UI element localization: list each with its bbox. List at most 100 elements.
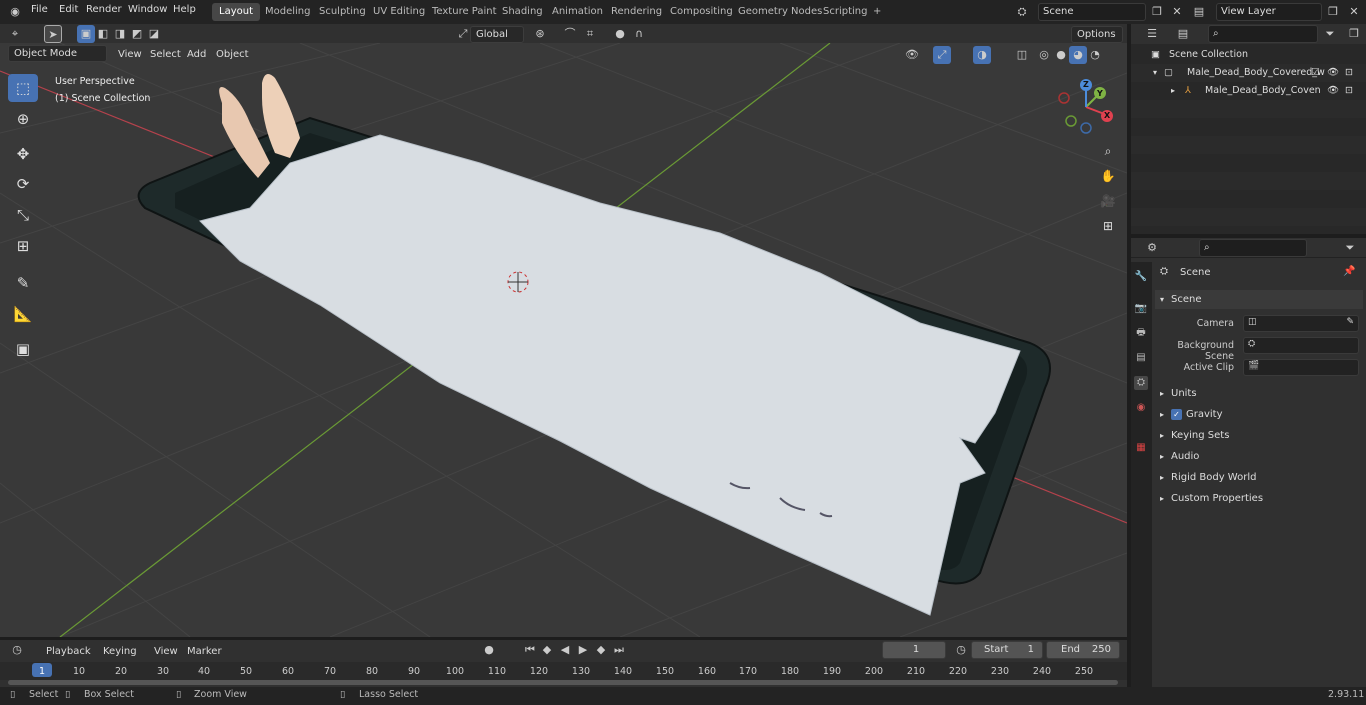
outliner-search-input[interactable]: ⌕: [1208, 25, 1318, 43]
pan-view-icon[interactable]: ✋: [1097, 165, 1119, 187]
transform-orientation-dropdown[interactable]: Global: [470, 26, 524, 43]
view-layer-icon[interactable]: ▤: [1190, 3, 1208, 21]
outliner-row-scene-collection[interactable]: ▣ Scene Collection: [1131, 46, 1366, 64]
menu-help[interactable]: Help: [173, 4, 196, 15]
texture-tab-icon[interactable]: ▦: [1134, 441, 1148, 455]
proportional-edit-icon[interactable]: ●: [611, 25, 629, 43]
tab-layout[interactable]: Layout: [212, 3, 260, 21]
proportional-falloff-icon[interactable]: ∩: [630, 25, 648, 43]
new-scene-icon[interactable]: ❐: [1148, 3, 1166, 21]
tab-geometry-nodes[interactable]: Geometry Nodes: [731, 3, 829, 21]
view-layer-tab-icon[interactable]: ▤: [1134, 351, 1148, 365]
scene-icon[interactable]: ⛭: [1013, 3, 1031, 21]
overlay-toggle-icon[interactable]: ◑: [973, 46, 991, 64]
exclude-checkbox-icon[interactable]: ☑: [1311, 64, 1320, 82]
expand-arrow-icon[interactable]: ▾: [1153, 64, 1157, 82]
view-layer-field[interactable]: View Layer: [1216, 3, 1322, 21]
pivot-point-icon[interactable]: ⊛: [531, 25, 549, 43]
wireframe-shading-icon[interactable]: ◎: [1035, 46, 1053, 64]
gizmo-toggle-icon[interactable]: ⤢: [933, 46, 951, 64]
properties-options-icon[interactable]: ⏷: [1341, 239, 1359, 257]
record-icon[interactable]: ●: [480, 641, 498, 659]
render-tab-icon[interactable]: 📷: [1134, 302, 1148, 316]
select-mode-new-icon[interactable]: ▣: [77, 25, 95, 43]
select-mode-extend-icon[interactable]: ◧: [94, 25, 112, 43]
solid-shading-icon[interactable]: ●: [1052, 46, 1070, 64]
eye-icon[interactable]: 👁: [1327, 64, 1339, 82]
outliner-row-collection[interactable]: ▾ ▢ Male_Dead_Body_Covered_w ☑ 👁 ⊡: [1131, 64, 1366, 82]
filter-icon[interactable]: ⏷: [1321, 25, 1339, 43]
menu-add[interactable]: Add: [187, 47, 206, 63]
camera-icon[interactable]: ⊡: [1345, 64, 1353, 82]
3d-viewport[interactable]: Y X Z User Perspective (1) Scene Collect…: [0, 43, 1127, 637]
start-frame-field[interactable]: Start 1: [971, 641, 1043, 659]
panel-custom-properties[interactable]: ▸ Custom Properties: [1155, 489, 1363, 508]
camera-icon[interactable]: ⊡: [1345, 82, 1353, 100]
tool-rotate[interactable]: ⟳: [8, 170, 38, 198]
snap-icon[interactable]: ⌒: [561, 25, 579, 43]
output-tab-icon[interactable]: 🖶: [1134, 326, 1148, 340]
timeline-scrollbar[interactable]: [8, 680, 1118, 685]
menu-object[interactable]: Object: [216, 47, 249, 63]
new-collection-icon[interactable]: ❐: [1345, 25, 1363, 43]
xray-toggle-icon[interactable]: ◫: [1013, 46, 1031, 64]
editor-type-icon[interactable]: ⌖: [6, 25, 24, 43]
tool-move[interactable]: ✥: [8, 140, 38, 168]
tab-texture-paint[interactable]: Texture Paint: [425, 3, 504, 21]
outliner-row-object[interactable]: ▸ ⅄ Male_Dead_Body_Coven 👁 ⊡: [1131, 82, 1366, 100]
menu-playback[interactable]: Playback: [46, 644, 91, 660]
properties-search-input[interactable]: ⌕: [1199, 239, 1307, 257]
tool-add-cube[interactable]: ▣: [8, 335, 38, 363]
timeline-editor-icon[interactable]: ◷: [8, 641, 26, 659]
menu-view[interactable]: View: [154, 644, 178, 660]
expand-arrow-icon[interactable]: ▸: [1171, 82, 1175, 100]
tool-cursor[interactable]: ⊕: [8, 105, 38, 133]
tool-tab-icon[interactable]: 🔧: [1134, 270, 1148, 284]
blender-logo-icon[interactable]: ◉: [6, 3, 24, 21]
select-tool-icon[interactable]: ➤: [44, 25, 62, 43]
camera-view-icon[interactable]: 🎥: [1097, 190, 1119, 212]
active-clip-field[interactable]: 🎬: [1243, 359, 1359, 376]
outliner-editor-icon[interactable]: ☰: [1143, 25, 1161, 43]
pin-icon[interactable]: 📌: [1343, 266, 1355, 277]
camera-field[interactable]: ◫ ✎: [1243, 315, 1359, 332]
tab-rendering[interactable]: Rendering: [604, 3, 669, 21]
next-keyframe-icon[interactable]: ◆: [592, 641, 610, 659]
tool-measure[interactable]: 📐: [8, 300, 38, 328]
prev-keyframe-icon[interactable]: ◆: [538, 641, 556, 659]
panel-scene[interactable]: ▾ Scene: [1155, 290, 1363, 309]
menu-render[interactable]: Render: [86, 4, 122, 15]
world-tab-icon[interactable]: ◉: [1134, 401, 1148, 415]
new-view-layer-icon[interactable]: ❐: [1324, 3, 1342, 21]
menu-keying[interactable]: Keying: [103, 644, 137, 660]
menu-view[interactable]: View: [118, 47, 142, 63]
add-workspace-button[interactable]: +: [866, 3, 888, 21]
menu-window[interactable]: Window: [128, 4, 167, 15]
tab-sculpting[interactable]: Sculpting: [312, 3, 373, 21]
mode-dropdown[interactable]: Object Mode: [8, 45, 107, 62]
panel-units[interactable]: ▸ Units: [1155, 384, 1363, 403]
tab-modeling[interactable]: Modeling: [258, 3, 318, 21]
scene-field[interactable]: Scene: [1038, 3, 1146, 21]
options-dropdown[interactable]: Options: [1071, 26, 1123, 43]
select-mode-invert-icon[interactable]: ◩: [128, 25, 146, 43]
play-reverse-icon[interactable]: ◀: [556, 641, 574, 659]
jump-start-icon[interactable]: ⏮: [521, 641, 539, 659]
tool-scale[interactable]: ⤡: [8, 201, 38, 229]
properties-editor-icon[interactable]: ⚙: [1143, 239, 1161, 257]
delete-view-layer-icon[interactable]: ✕: [1345, 3, 1363, 21]
gravity-checkbox[interactable]: ✓: [1171, 409, 1182, 420]
snap-target-icon[interactable]: ⌗: [581, 25, 599, 43]
tab-compositing[interactable]: Compositing: [663, 3, 740, 21]
menu-marker[interactable]: Marker: [187, 644, 222, 660]
tool-transform[interactable]: ⊞: [8, 232, 38, 260]
tab-shading[interactable]: Shading: [495, 3, 550, 21]
background-scene-field[interactable]: ⛭: [1243, 337, 1359, 354]
scene-tab-icon[interactable]: ⛭: [1134, 376, 1148, 390]
delete-scene-icon[interactable]: ✕: [1168, 3, 1186, 21]
tool-select-box[interactable]: ⬚: [8, 74, 38, 102]
display-mode-icon[interactable]: ▤: [1174, 25, 1192, 43]
material-shading-icon[interactable]: ◕: [1069, 46, 1087, 64]
menu-select[interactable]: Select: [150, 47, 181, 63]
menu-file[interactable]: File: [31, 4, 48, 15]
